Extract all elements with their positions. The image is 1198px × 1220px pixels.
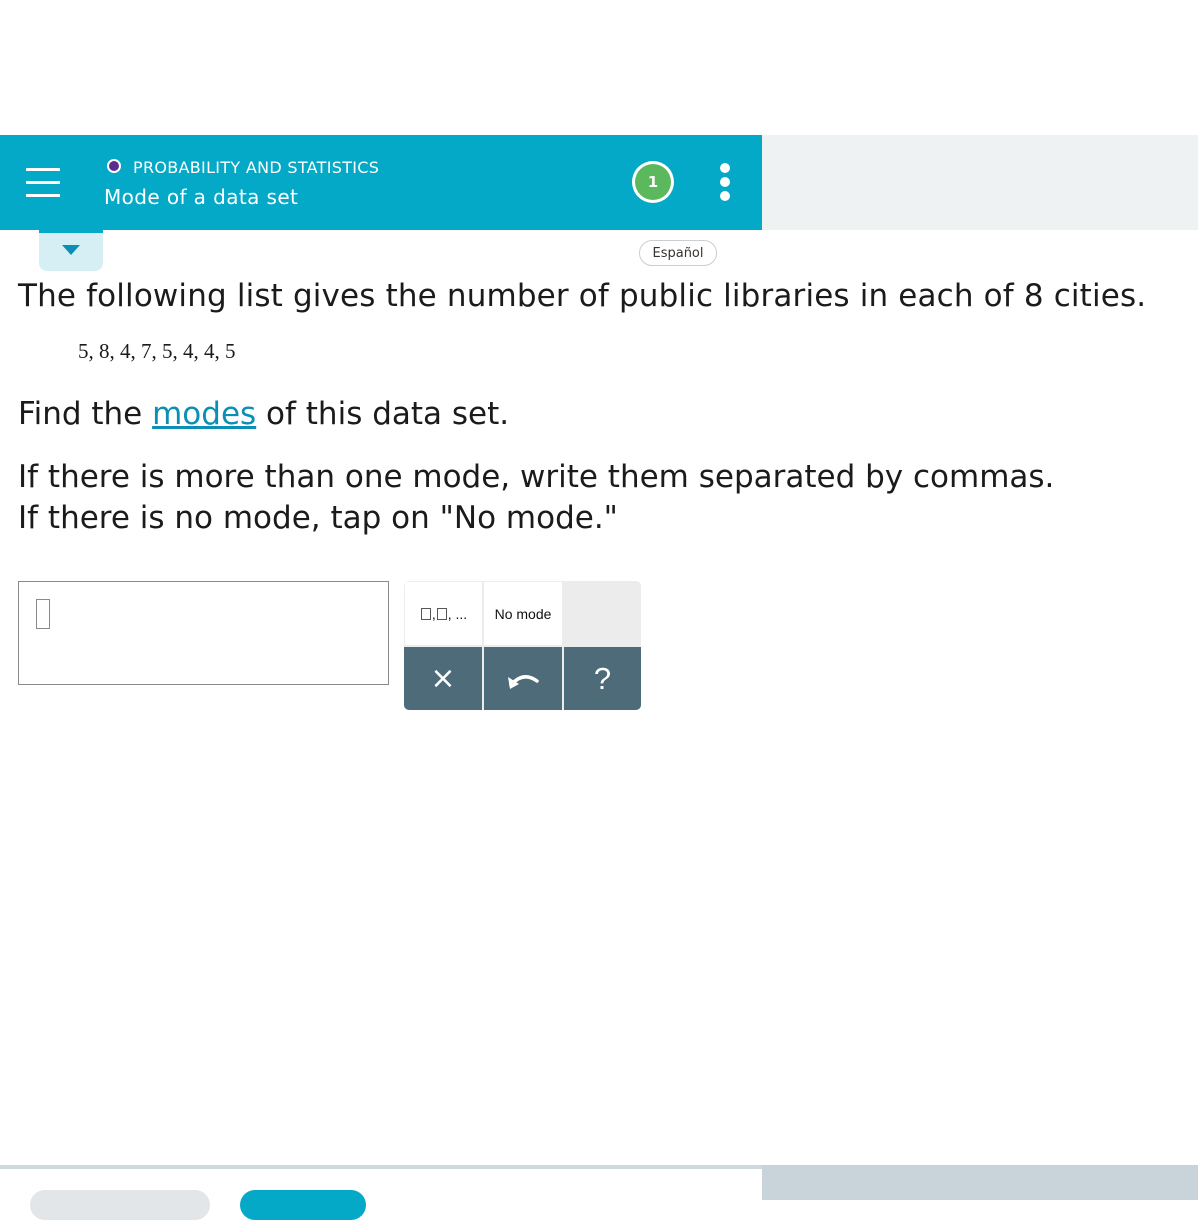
bottom-primary-button[interactable] [240, 1190, 366, 1220]
input-placeholder-box [36, 599, 50, 629]
instruction-multiple-modes: If there is more than one mode, write th… [18, 459, 1055, 495]
progress-badge[interactable]: 1 [632, 161, 674, 203]
bottom-bar-right-panel [762, 1165, 1198, 1200]
lesson-title: Mode of a data set [104, 185, 299, 209]
blank-box-icon [436, 607, 447, 620]
blank-box-icon [420, 607, 431, 620]
more-vertical-icon[interactable] [714, 160, 736, 206]
top-bar-right-panel [762, 135, 1198, 230]
list-template-key[interactable]: ,, ... [405, 582, 482, 645]
answer-input[interactable] [18, 581, 389, 685]
caret-down-icon [62, 245, 80, 255]
answer-keypad: ,, ... No mode × ? [404, 581, 641, 710]
find-prefix: Find the [18, 396, 153, 432]
clear-button[interactable]: × [404, 647, 482, 710]
question-text: The following list gives the number of p… [18, 278, 1147, 314]
bottom-secondary-button[interactable] [30, 1190, 210, 1220]
topic-dot-icon [107, 159, 121, 173]
help-button[interactable]: ? [564, 647, 641, 710]
data-list: 5, 8, 4, 7, 5, 4, 4, 5 [78, 339, 236, 363]
keypad-empty-slot [564, 582, 640, 645]
topic-label: PROBABILITY AND STATISTICS [133, 158, 380, 177]
collapse-header-button[interactable] [39, 230, 103, 271]
modes-link[interactable]: modes [152, 396, 256, 432]
undo-icon [508, 674, 539, 689]
ellipsis-label: ... [455, 605, 468, 622]
find-instruction: Find the modes of this data set. [18, 396, 509, 432]
instruction-no-mode: If there is no mode, tap on "No mode." [18, 500, 618, 536]
menu-icon[interactable] [26, 168, 62, 198]
language-button[interactable]: Español [639, 240, 717, 266]
no-mode-button[interactable]: No mode [484, 582, 562, 645]
find-suffix: of this data set. [256, 396, 510, 432]
undo-button[interactable] [484, 647, 562, 710]
progress-count: 1 [635, 164, 671, 200]
